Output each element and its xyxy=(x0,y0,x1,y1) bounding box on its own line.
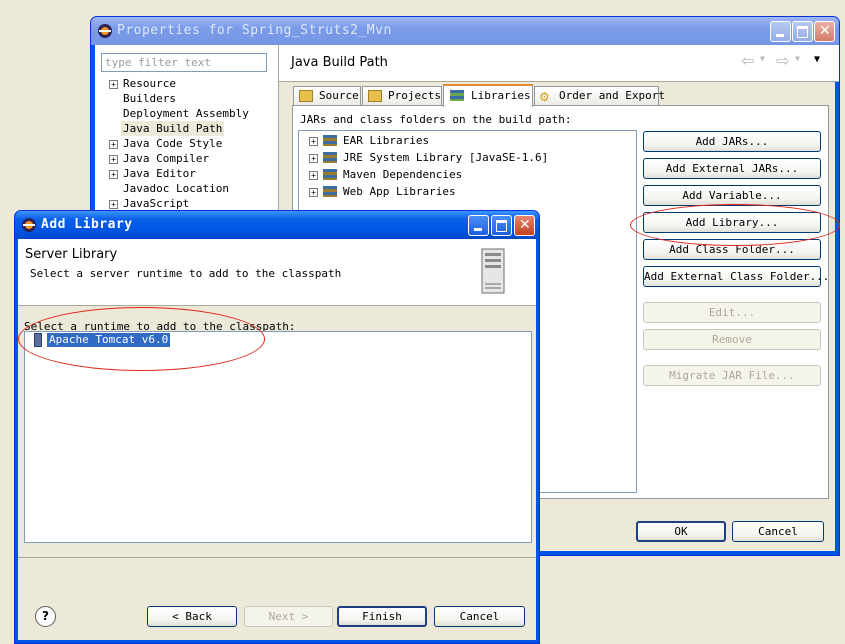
help-icon[interactable]: ? xyxy=(35,606,56,627)
forward-menu-icon[interactable]: ▼ xyxy=(795,54,800,63)
back-menu-icon[interactable]: ▼ xyxy=(760,54,765,63)
tab-source-label: Source xyxy=(319,89,359,102)
wizard-footer-separator xyxy=(18,557,536,558)
view-menu-icon[interactable]: ▼ xyxy=(814,54,820,65)
source-folder-icon xyxy=(299,90,313,102)
expand-icon[interactable]: + xyxy=(109,80,118,89)
tab-projects-label: Projects xyxy=(388,89,441,102)
filter-placeholder: type filter text xyxy=(105,56,211,69)
nav-item-java-build-path[interactable]: Java Build Path xyxy=(121,121,225,136)
server-icon xyxy=(481,248,505,294)
library-icon xyxy=(323,135,337,146)
edit-button[interactable]: Edit... xyxy=(643,302,821,323)
libs-label: JARs and class folders on the build path… xyxy=(300,113,572,126)
ok-button[interactable]: OK xyxy=(636,521,726,542)
add-class-folder-button[interactable]: Add Class Folder... xyxy=(643,239,821,260)
close-icon: ✕ xyxy=(819,23,831,39)
minimize-button[interactable] xyxy=(468,215,489,236)
add-library-cancel-button[interactable]: Cancel xyxy=(434,606,525,627)
library-icon xyxy=(323,169,337,180)
add-variable-button[interactable]: Add Variable... xyxy=(643,185,821,206)
add-library-button[interactable]: Add Library... xyxy=(643,212,821,233)
lib-item[interactable]: Web App Libraries xyxy=(343,184,456,199)
add-external-jars-button[interactable]: Add External JARs... xyxy=(643,158,821,179)
expand-icon[interactable]: + xyxy=(309,188,318,197)
add-jars-button[interactable]: Add JARs... xyxy=(643,131,821,152)
close-icon: ✕ xyxy=(519,217,531,233)
library-icon xyxy=(323,152,337,163)
expand-icon[interactable]: + xyxy=(109,140,118,149)
tomcat-icon xyxy=(34,333,42,347)
libraries-icon xyxy=(450,90,464,101)
runtime-item-tomcat[interactable]: Apache Tomcat v6.0 xyxy=(45,332,172,348)
filter-input[interactable]: type filter text xyxy=(101,53,267,72)
back-button[interactable]: < Back xyxy=(147,606,237,627)
nav-item-java-editor[interactable]: Java Editor xyxy=(123,166,196,181)
nav-item-builders[interactable]: Builders xyxy=(123,91,176,106)
expand-icon[interactable]: + xyxy=(109,170,118,179)
back-arrow-icon[interactable]: ⇦ xyxy=(741,51,754,70)
lib-item[interactable]: Maven Dependencies xyxy=(343,167,462,182)
nav-item-java-code-style[interactable]: Java Code Style xyxy=(123,136,222,151)
expand-icon[interactable]: + xyxy=(309,154,318,163)
tab-libraries[interactable]: Libraries xyxy=(443,84,533,107)
eclipse-icon xyxy=(22,218,36,232)
eclipse-icon xyxy=(98,24,112,38)
expand-icon[interactable]: + xyxy=(309,171,318,180)
properties-cancel-button[interactable]: Cancel xyxy=(732,521,824,542)
nav-item-javadoc-location[interactable]: Javadoc Location xyxy=(123,181,229,196)
library-icon xyxy=(323,186,337,197)
finish-button[interactable]: Finish xyxy=(337,606,427,627)
nav-item-java-compiler[interactable]: Java Compiler xyxy=(123,151,209,166)
add-external-class-folder-button[interactable]: Add External Class Folder... xyxy=(643,266,829,287)
forward-arrow-icon[interactable]: ⇨ xyxy=(776,51,789,70)
minimize-button[interactable] xyxy=(770,21,791,42)
tab-order-label: Order and Export xyxy=(559,89,665,102)
properties-title: Properties for Spring_Struts2_Mvn xyxy=(117,23,392,38)
add-library-title: Add Library xyxy=(41,217,133,232)
maximize-button[interactable] xyxy=(491,215,512,236)
lib-item[interactable]: JRE System Library [JavaSE-1.6] xyxy=(343,150,548,165)
add-library-titlebar[interactable]: Add Library ✕ xyxy=(15,211,539,239)
order-export-icon: ⚙ xyxy=(539,90,550,104)
nav-item-javascript[interactable]: JavaScript xyxy=(123,196,189,211)
expand-icon[interactable]: + xyxy=(109,200,118,209)
project-folder-icon xyxy=(368,90,382,102)
tab-source[interactable]: Source xyxy=(293,86,361,105)
expand-icon[interactable]: + xyxy=(309,137,318,146)
migrate-jar-button[interactable]: Migrate JAR File... xyxy=(643,365,821,386)
remove-button[interactable]: Remove xyxy=(643,329,821,350)
next-button[interactable]: Next > xyxy=(244,606,333,627)
tab-order-and-export[interactable]: ⚙ Order and Export xyxy=(534,86,665,105)
nav-item-resource[interactable]: Resource xyxy=(123,76,176,91)
wizard-heading: Server Library xyxy=(25,247,118,262)
tab-libraries-label: Libraries xyxy=(471,89,531,102)
add-library-client: Server Library Select a server runtime t… xyxy=(18,239,536,640)
wizard-description: Select a server runtime to add to the cl… xyxy=(30,267,342,280)
nav-item-deployment-assembly[interactable]: Deployment Assembly xyxy=(123,106,249,121)
add-library-dialog: Add Library ✕ Server Library Select a se… xyxy=(14,210,540,644)
page-title: Java Build Path xyxy=(291,55,388,70)
properties-titlebar[interactable]: Properties for Spring_Struts2_Mvn ✕ xyxy=(91,17,839,45)
maximize-button[interactable] xyxy=(792,21,813,42)
runtime-list[interactable] xyxy=(24,331,532,543)
expand-icon[interactable]: + xyxy=(109,155,118,164)
close-button[interactable]: ✕ xyxy=(514,215,535,236)
lib-item[interactable]: EAR Libraries xyxy=(343,133,429,148)
close-button[interactable]: ✕ xyxy=(814,21,835,42)
tab-projects[interactable]: Projects xyxy=(362,86,442,105)
